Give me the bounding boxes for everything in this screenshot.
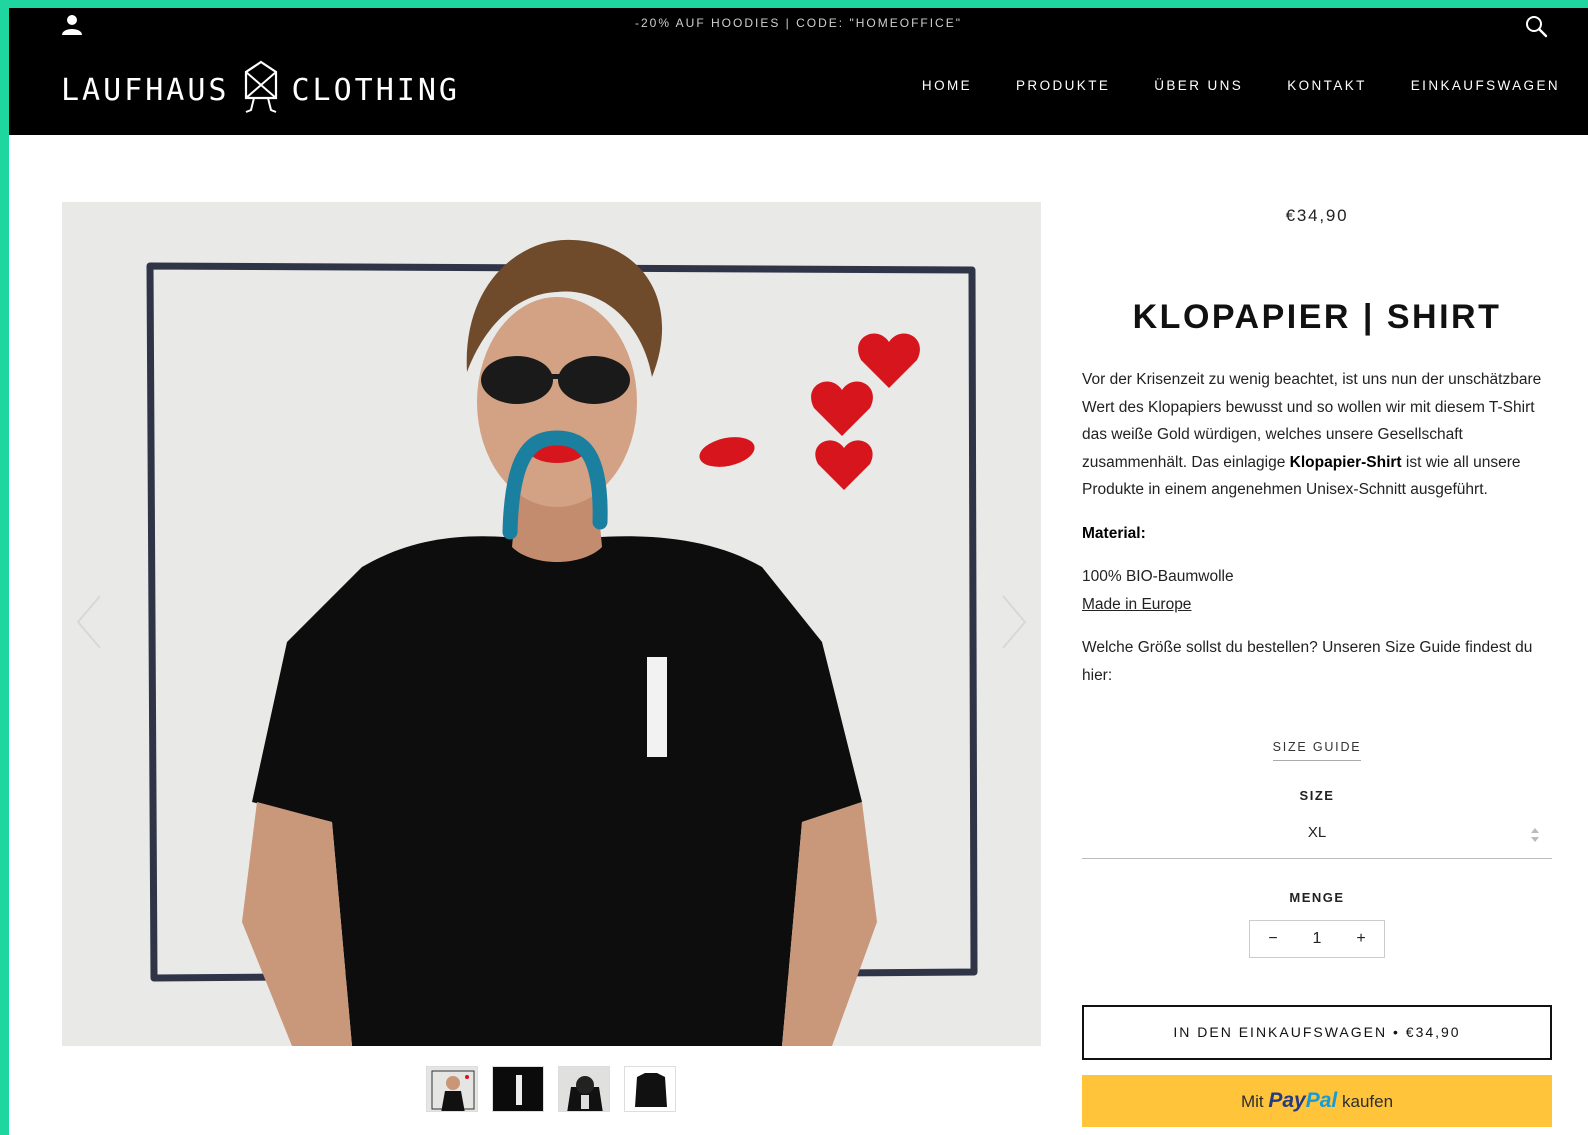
quantity-decrease-button[interactable]: − bbox=[1264, 930, 1282, 948]
nav-ueber-uns[interactable]: ÜBER UNS bbox=[1154, 78, 1243, 93]
next-image-arrow-icon[interactable] bbox=[999, 592, 1029, 652]
thumbnail-3[interactable] bbox=[558, 1066, 610, 1112]
description-bold: Klopapier-Shirt bbox=[1289, 453, 1402, 471]
quantity-label: MENGE bbox=[1289, 890, 1345, 905]
material-value: 100% BIO-Baumwolle bbox=[1082, 568, 1234, 585]
search-icon[interactable] bbox=[1524, 14, 1548, 38]
page-frame: -20% AUF HOODIES | CODE: "HOMEOFFICE" LA… bbox=[9, 8, 1588, 1135]
product-description: Vor der Krisenzeit zu wenig beachtet, is… bbox=[1082, 366, 1552, 705]
quantity-stepper: − 1 + bbox=[1249, 920, 1385, 958]
nav-produkte[interactable]: PRODUKTE bbox=[1016, 78, 1110, 93]
quantity-increase-button[interactable]: + bbox=[1352, 930, 1370, 948]
paypal-prefix: Mit bbox=[1240, 1092, 1264, 1111]
product-price: €34,90 bbox=[1285, 206, 1349, 225]
add-to-cart-button[interactable]: IN DEN EINKAUFSWAGEN • €34,90 bbox=[1082, 1005, 1552, 1060]
nav-home[interactable]: HOME bbox=[922, 78, 972, 93]
logo-mark-icon bbox=[244, 60, 277, 113]
logo-text-left: LAUFHAUS bbox=[61, 72, 230, 108]
material-block: 100% BIO-Baumwolle Made in Europe bbox=[1082, 563, 1552, 618]
main-navigation: HOME PRODUKTE ÜBER UNS KONTAKT EINKAUFSW… bbox=[922, 78, 1560, 93]
paypal-checkout-button[interactable]: Mit PayPal kaufen bbox=[1082, 1075, 1552, 1127]
paypal-logo-pal: Pal bbox=[1305, 1089, 1338, 1112]
paypal-suffix: kaufen bbox=[1342, 1092, 1394, 1111]
description-paragraph: Vor der Krisenzeit zu wenig beachtet, is… bbox=[1082, 366, 1552, 504]
paypal-logo-pay: Pay bbox=[1268, 1089, 1306, 1112]
size-selected-value: XL bbox=[1307, 824, 1327, 841]
size-question: Welche Größe sollst du bestellen? Unsere… bbox=[1082, 639, 1533, 684]
product-main-image[interactable] bbox=[62, 202, 1041, 1046]
thumbnail-4[interactable] bbox=[624, 1066, 676, 1112]
site-logo[interactable]: LAUFHAUS CLOTHING bbox=[61, 60, 460, 120]
size-label: SIZE bbox=[1299, 788, 1335, 803]
thumbnail-2[interactable] bbox=[492, 1066, 544, 1112]
size-select[interactable]: XL bbox=[1082, 818, 1552, 859]
product-title: KLOPAPIER | SHIRT bbox=[1132, 298, 1502, 336]
thumbnail-1[interactable] bbox=[426, 1066, 478, 1112]
previous-image-arrow-icon[interactable] bbox=[74, 592, 104, 652]
quantity-value[interactable]: 1 bbox=[1313, 930, 1322, 948]
material-label: Material: bbox=[1082, 524, 1146, 542]
logo-text-right: CLOTHING bbox=[291, 72, 460, 108]
nav-kontakt[interactable]: KONTAKT bbox=[1287, 78, 1367, 93]
size-guide-link[interactable]: SIZE GUIDE bbox=[1272, 740, 1362, 761]
made-in-europe-link[interactable]: Made in Europe bbox=[1082, 596, 1191, 613]
thumbnail-strip bbox=[426, 1066, 676, 1112]
size-guide: SIZE GUIDE bbox=[1082, 736, 1552, 761]
nav-einkaufswagen[interactable]: EINKAUFSWAGEN bbox=[1411, 78, 1560, 93]
site-header: -20% AUF HOODIES | CODE: "HOMEOFFICE" LA… bbox=[9, 8, 1588, 135]
product-photo bbox=[62, 202, 1041, 1046]
announcement-bar: -20% AUF HOODIES | CODE: "HOMEOFFICE" bbox=[634, 16, 962, 30]
select-arrows-icon bbox=[1531, 828, 1539, 842]
